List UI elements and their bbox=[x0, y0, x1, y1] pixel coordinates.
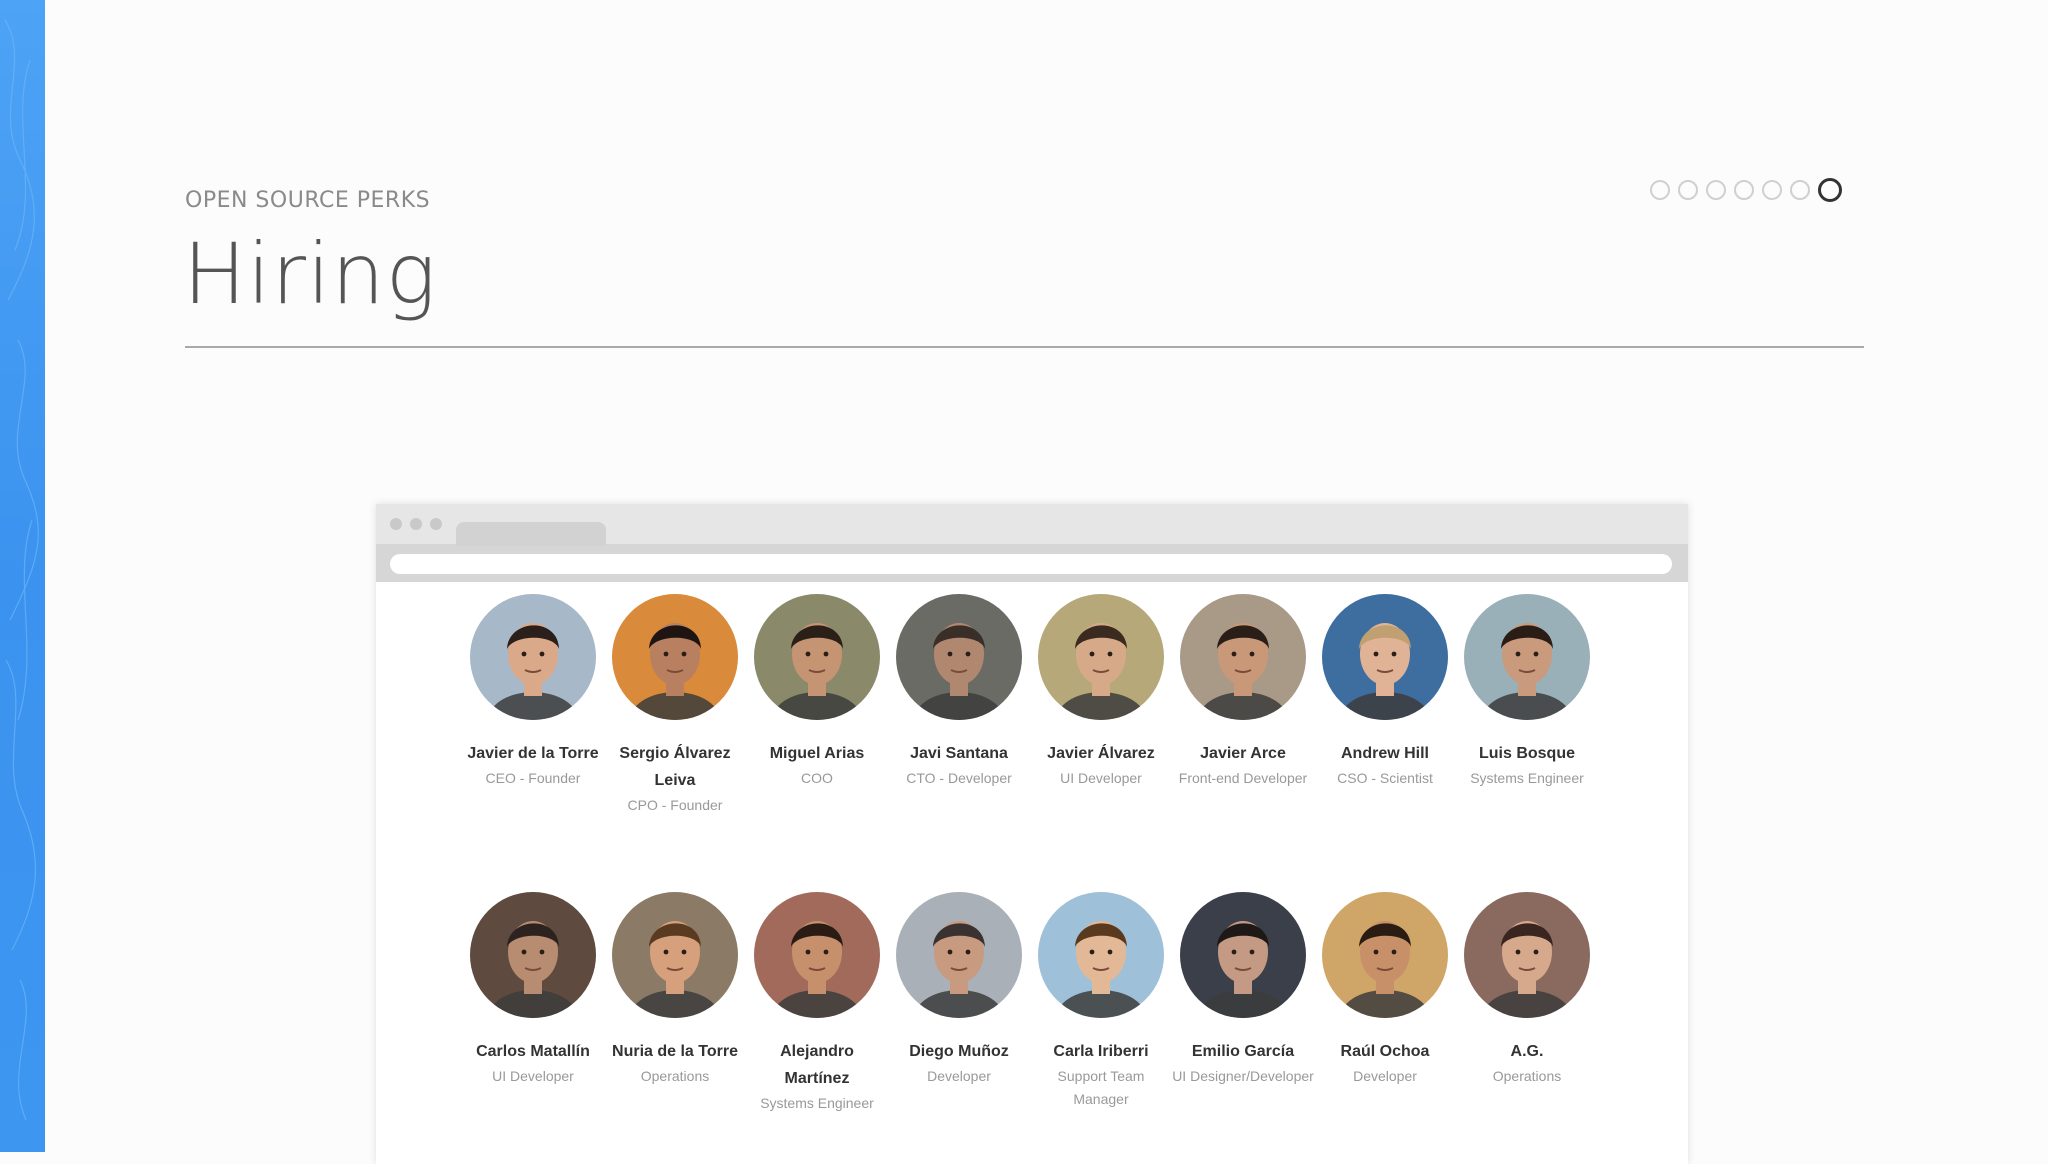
team-member-card: A.G. Operations bbox=[1456, 892, 1598, 1088]
team-member-card: Alejandro Martínez Systems Engineer bbox=[746, 892, 888, 1115]
member-role: Support Team Manager bbox=[1057, 1068, 1145, 1107]
team-member-card: Javier de la Torre CEO - Founder bbox=[462, 594, 604, 790]
avatar bbox=[1322, 594, 1448, 720]
pager-dot[interactable] bbox=[1734, 180, 1754, 200]
team-member-card: Diego Muñoz Developer bbox=[888, 892, 1030, 1088]
pager-dot[interactable] bbox=[1650, 180, 1670, 200]
team-member-card: Javier Arce Front-end Developer bbox=[1172, 594, 1314, 790]
member-name: Miguel Arias bbox=[769, 745, 865, 762]
pager-dot[interactable] bbox=[1790, 180, 1810, 200]
team-member-card: Raúl Ochoa Developer bbox=[1314, 892, 1456, 1088]
avatar bbox=[754, 594, 880, 720]
team-member-card: Sergio Álvarez Leiva CPO - Founder bbox=[604, 594, 746, 817]
member-name: Luis Bosque bbox=[1478, 745, 1575, 762]
member-name: Javi Santana bbox=[910, 745, 1008, 762]
member-role: CTO - Developer bbox=[906, 770, 1012, 786]
avatar bbox=[612, 594, 738, 720]
member-role: Front-end Developer bbox=[1178, 770, 1308, 786]
browser-tab[interactable] bbox=[456, 522, 606, 546]
close-dot-icon bbox=[390, 518, 402, 530]
team-member-card: Emilio García UI Designer/Developer bbox=[1172, 892, 1314, 1088]
page-title: Hiring bbox=[183, 225, 438, 323]
member-name: Sergio Álvarez Leiva bbox=[619, 745, 731, 789]
team-member-card: Carlos Matallín UI Developer bbox=[462, 892, 604, 1088]
avatar bbox=[754, 892, 880, 1018]
member-name: Carla Iriberri bbox=[1053, 1043, 1149, 1060]
member-role: CPO - Founder bbox=[627, 797, 723, 813]
member-name: A.G. bbox=[1510, 1043, 1544, 1060]
member-name: Javier Arce bbox=[1200, 745, 1286, 762]
window-controls bbox=[390, 518, 442, 530]
avatar bbox=[1464, 892, 1590, 1018]
member-name: Carlos Matallín bbox=[476, 1043, 590, 1060]
member-role: COO bbox=[801, 770, 833, 786]
avatar bbox=[470, 892, 596, 1018]
avatar bbox=[1038, 594, 1164, 720]
member-role: Systems Engineer bbox=[1470, 770, 1584, 786]
avatar bbox=[1180, 892, 1306, 1018]
browser-chrome bbox=[376, 504, 1688, 582]
member-name: Alejandro Martínez bbox=[780, 1043, 854, 1087]
member-role: CEO - Founder bbox=[485, 770, 581, 786]
pager-dot[interactable] bbox=[1762, 180, 1782, 200]
pager-dot[interactable] bbox=[1706, 180, 1726, 200]
pager-dot[interactable] bbox=[1818, 178, 1842, 202]
member-name: Javier Álvarez bbox=[1047, 745, 1155, 762]
member-name: Diego Muñoz bbox=[909, 1043, 1009, 1060]
team-member-card: Andrew Hill CSO - Scientist bbox=[1314, 594, 1456, 790]
team-member-card: Nuria de la Torre Operations bbox=[604, 892, 746, 1088]
member-role: CSO - Scientist bbox=[1337, 770, 1433, 786]
team-member-card: Luis Bosque Systems Engineer bbox=[1456, 594, 1598, 790]
avatar bbox=[896, 594, 1022, 720]
minimize-dot-icon bbox=[410, 518, 422, 530]
member-role: Operations bbox=[640, 1068, 710, 1084]
member-role: UI Developer bbox=[492, 1068, 574, 1084]
maximize-dot-icon bbox=[430, 518, 442, 530]
member-role: Systems Engineer bbox=[760, 1095, 874, 1111]
avatar bbox=[896, 892, 1022, 1018]
avatar bbox=[612, 892, 738, 1018]
avatar bbox=[1038, 892, 1164, 1018]
member-role: Operations bbox=[1492, 1068, 1562, 1084]
avatar bbox=[1464, 594, 1590, 720]
member-name: Andrew Hill bbox=[1340, 745, 1429, 762]
member-name: Nuria de la Torre bbox=[612, 1043, 738, 1060]
member-role: UI Designer/Developer bbox=[1172, 1068, 1314, 1084]
slide-pager bbox=[1650, 178, 1842, 202]
member-role: UI Developer bbox=[1060, 770, 1142, 786]
title-divider bbox=[185, 346, 1864, 348]
pager-dot[interactable] bbox=[1678, 180, 1698, 200]
section-kicker: OPEN SOURCE PERKS bbox=[185, 188, 431, 213]
team-member-card: Javi Santana CTO - Developer bbox=[888, 594, 1030, 790]
avatar bbox=[470, 594, 596, 720]
member-role: Developer bbox=[1353, 1068, 1417, 1084]
member-role: Developer bbox=[927, 1068, 991, 1084]
avatar bbox=[1322, 892, 1448, 1018]
team-member-card: Carla Iriberri Support Team Manager bbox=[1030, 892, 1172, 1111]
team-member-card: Miguel Arias COO bbox=[746, 594, 888, 790]
team-member-card: Javier Álvarez UI Developer bbox=[1030, 594, 1172, 790]
member-name: Emilio García bbox=[1191, 1043, 1295, 1060]
member-name: Raúl Ochoa bbox=[1340, 1043, 1430, 1060]
member-name: Javier de la Torre bbox=[467, 745, 599, 762]
browser-mockup: Javier de la Torre CEO - Founder Sergio Ál… bbox=[376, 504, 1688, 1164]
address-bar[interactable] bbox=[390, 554, 1672, 574]
accent-stripe bbox=[0, 0, 45, 1152]
avatar bbox=[1180, 594, 1306, 720]
